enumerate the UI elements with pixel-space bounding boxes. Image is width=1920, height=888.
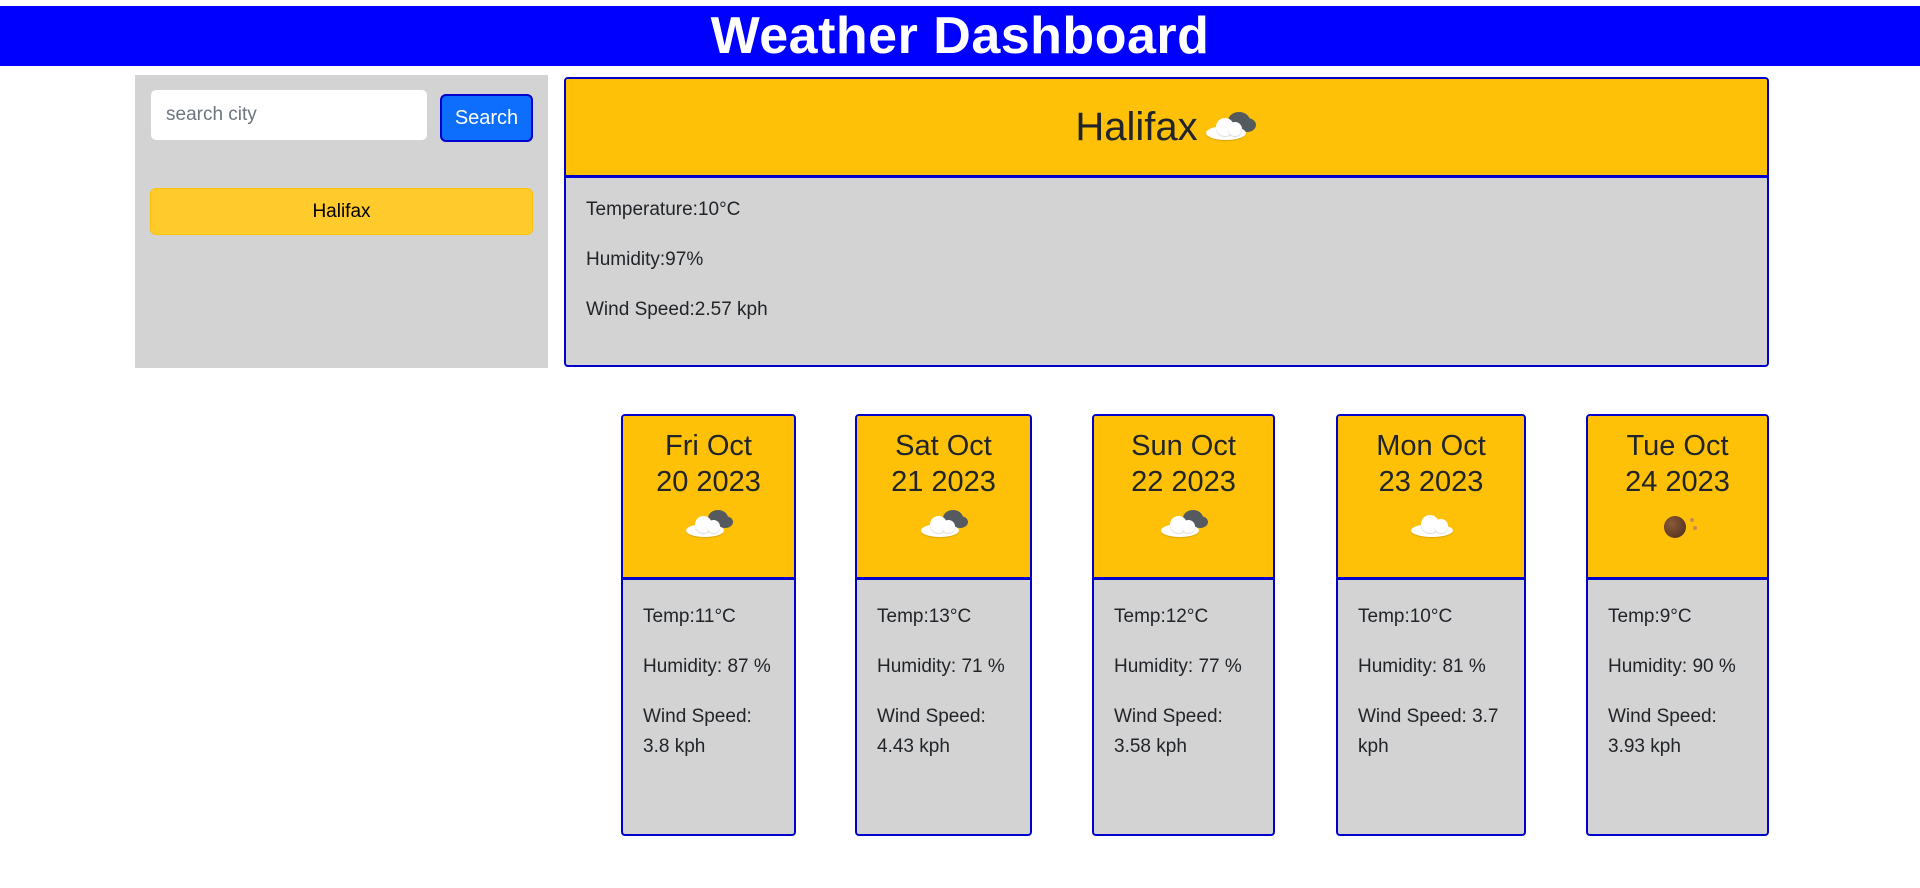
forecast-card: Fri Oct 20 2023 Temp:11°C Humidity: 87 %… — [621, 414, 796, 836]
forecast-day: Tue Oct — [1626, 430, 1729, 462]
cloud-icon — [1409, 510, 1457, 540]
current-wind-speed: Wind Speed:2.57 kph — [586, 299, 768, 320]
forecast-date: 24 2023 — [1625, 466, 1730, 498]
sun-behind-cloud-icon — [684, 510, 738, 540]
forecast-day: Sun Oct — [1131, 430, 1236, 462]
search-input[interactable] — [150, 89, 428, 141]
forecast-day: Mon Oct — [1376, 430, 1486, 462]
forecast-humidity: Humidity: 77 % — [1114, 656, 1242, 677]
forecast-card-body: Temp:13°C Humidity: 71 % Wind Speed: 4.4… — [857, 580, 1030, 804]
page-header: Weather Dashboard — [0, 6, 1920, 66]
history-city-button[interactable]: Halifax — [150, 188, 533, 235]
forecast-humidity: Humidity: 81 % — [1358, 656, 1486, 677]
forecast-card: Sat Oct 21 2023 Temp:13°C Humidity: 71 %… — [855, 414, 1032, 836]
forecast-wind-speed: Wind Speed: 4.43 kph — [877, 706, 986, 757]
forecast-card-body: Temp:10°C Humidity: 81 % Wind Speed: 3.7… — [1338, 580, 1524, 804]
page-title: Weather Dashboard — [710, 7, 1210, 65]
current-weather-body: Temperature:10°C Humidity:97% Wind Speed… — [566, 178, 1767, 365]
forecast-temperature: Temp:13°C — [877, 606, 972, 627]
forecast-temperature: Temp:12°C — [1114, 606, 1209, 627]
current-city-name: Halifax — [1075, 104, 1198, 149]
forecast-temperature: Temp:10°C — [1358, 606, 1453, 627]
current-humidity: Humidity:97% — [586, 249, 704, 270]
forecast-card-header: Tue Oct 24 2023 — [1588, 416, 1767, 580]
forecast-date: 21 2023 — [891, 466, 996, 498]
forecast-wind-speed: Wind Speed: 3.8 kph — [643, 706, 752, 757]
forecast-wind-speed: Wind Speed: 3.93 kph — [1608, 706, 1717, 757]
sun-behind-cloud-icon — [1204, 110, 1258, 144]
forecast-card: Sun Oct 22 2023 Temp:12°C Humidity: 77 %… — [1092, 414, 1275, 836]
forecast-date: 20 2023 — [656, 466, 761, 498]
brown-dot-icon — [1664, 512, 1700, 540]
forecast-date: 22 2023 — [1131, 466, 1236, 498]
forecast-day: Fri Oct — [665, 430, 752, 462]
forecast-card: Tue Oct 24 2023 Temp:9°C Humidity: 90 % … — [1586, 414, 1769, 836]
current-temperature: Temperature:10°C — [586, 199, 741, 220]
forecast-card-header: Sat Oct 21 2023 — [857, 416, 1030, 580]
forecast-wind-speed: Wind Speed: 3.7 kph — [1358, 706, 1499, 757]
current-weather-header: Halifax — [566, 79, 1767, 178]
forecast-card-body: Temp:9°C Humidity: 90 % Wind Speed: 3.93… — [1588, 580, 1767, 804]
forecast-card-header: Sun Oct 22 2023 — [1094, 416, 1273, 580]
forecast-day: Sat Oct — [895, 430, 992, 462]
search-sidebar: Search Halifax — [135, 75, 548, 368]
current-weather-card: Halifax Temperature:10°C Humidity:97% Wi… — [564, 77, 1769, 367]
search-button[interactable]: Search — [440, 94, 533, 142]
forecast-temperature: Temp:11°C — [643, 606, 736, 627]
forecast-card-body: Temp:11°C Humidity: 87 % Wind Speed: 3.8… — [623, 580, 794, 804]
forecast-wind-speed: Wind Speed: 3.58 kph — [1114, 706, 1223, 757]
sun-behind-cloud-icon — [919, 510, 973, 540]
forecast-humidity: Humidity: 71 % — [877, 656, 1005, 677]
sun-behind-cloud-icon — [1159, 510, 1213, 540]
forecast-temperature: Temp:9°C — [1608, 606, 1692, 627]
forecast-card-body: Temp:12°C Humidity: 77 % Wind Speed: 3.5… — [1094, 580, 1273, 804]
forecast-card-header: Fri Oct 20 2023 — [623, 416, 794, 580]
forecast-humidity: Humidity: 90 % — [1608, 656, 1736, 677]
forecast-card-header: Mon Oct 23 2023 — [1338, 416, 1524, 580]
forecast-humidity: Humidity: 87 % — [643, 656, 771, 677]
forecast-date: 23 2023 — [1378, 466, 1484, 498]
forecast-card: Mon Oct 23 2023 Temp:10°C Humidity: 81 %… — [1336, 414, 1526, 836]
